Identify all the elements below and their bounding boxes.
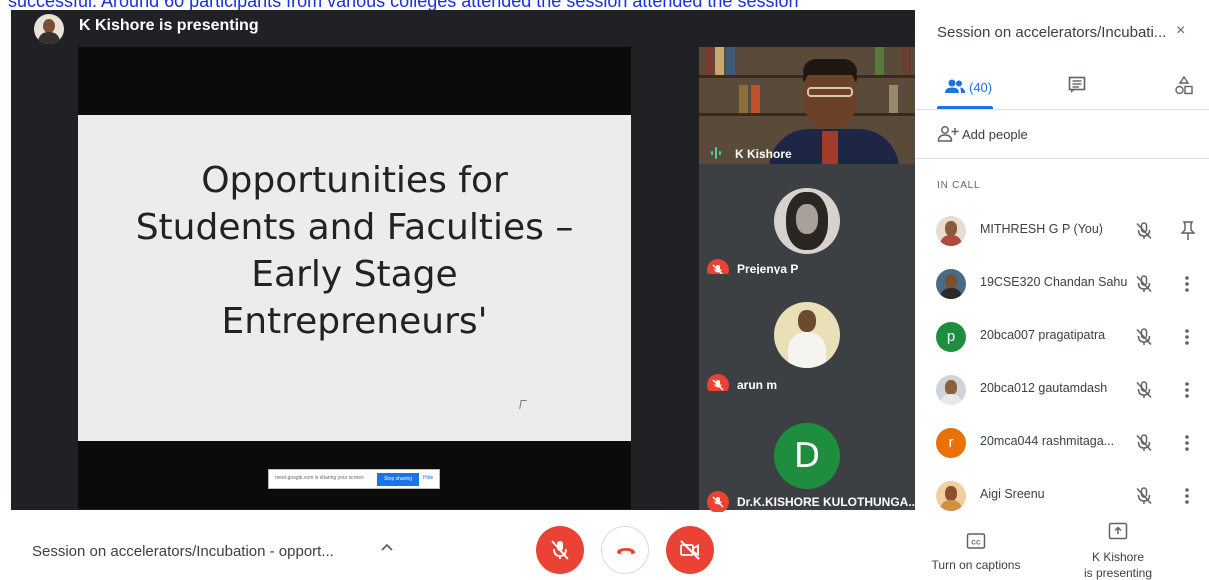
presenter-label: K Kishore is presenting [79, 17, 259, 34]
add-person-icon [937, 126, 959, 142]
activities-icon [1175, 75, 1193, 95]
captions-button[interactable]: CC Turn on captions [922, 532, 1030, 576]
participant-row[interactable]: r 20mca044 rashmitaga... [916, 417, 1209, 470]
bottom-bar: Session on accelerators/Incubation - opp… [0, 512, 1209, 580]
participant-row[interactable]: MITHRESH G P (You) [916, 205, 1209, 258]
tile-name: K Kishore [735, 147, 792, 161]
chat-icon [1068, 76, 1086, 93]
participant-row[interactable]: 20bca012 gautamdash [916, 364, 1209, 417]
participant-avatar [936, 481, 966, 511]
participant-avatar [936, 269, 966, 299]
tile-name: Dr.K.KISHORE KULOTHUNGA... [737, 495, 919, 509]
participant-avatar [774, 302, 840, 368]
participant-tile[interactable]: Prejenya P [699, 164, 915, 281]
slide: Opportunities for Students and Faculties… [78, 115, 631, 441]
stop-sharing-button[interactable]: Stop sharing [377, 473, 419, 486]
mouse-cursor-icon [519, 400, 527, 409]
mic-off-icon [1136, 381, 1152, 399]
shared-screen: Opportunities for Students and Faculties… [78, 47, 631, 509]
pin-icon[interactable] [1179, 220, 1197, 242]
participant-avatar: r [936, 428, 966, 458]
mic-off-icon [1136, 222, 1152, 240]
presenter-avatar [34, 14, 64, 44]
tab-chat[interactable] [1068, 76, 1086, 99]
captions-label: Turn on captions [931, 558, 1021, 572]
more-vert-icon[interactable] [1184, 433, 1190, 453]
participant-tile[interactable]: D Dr.K.KISHORE KULOTHUNGA... [699, 391, 919, 513]
slide-title-line: Students and Faculties – [135, 207, 574, 248]
screen-share-bar: meet.google.com is sharing your screen S… [268, 469, 440, 489]
slide-title-line: Early Stage [251, 254, 458, 295]
participant-avatar [774, 188, 840, 254]
speaking-indicator-icon [711, 147, 725, 159]
more-vert-icon[interactable] [1184, 274, 1190, 294]
hide-share-bar-button[interactable]: Hide [423, 475, 433, 481]
closed-captions-icon: CC [966, 533, 986, 549]
divider [916, 158, 1209, 159]
slide-title-line: Entrepreneurs' [221, 301, 488, 342]
presenting-name: K Kishore [1091, 550, 1145, 564]
more-vert-icon[interactable] [1184, 380, 1190, 400]
side-panel-title: Session on accelerators/Incubati... [937, 24, 1167, 41]
presenter-header: K Kishore is presenting [11, 10, 915, 46]
participant-tile[interactable]: arun m [699, 274, 915, 396]
camera-toggle-button[interactable] [666, 526, 714, 574]
mic-off-icon [1136, 275, 1152, 293]
participant-tiles: K Kishore Prejenya P arun m D Dr.K.KISHO… [699, 47, 919, 513]
people-icon [945, 79, 965, 93]
divider [916, 109, 1209, 110]
presenting-status: is presenting [1083, 566, 1153, 580]
in-call-heading: IN CALL [937, 180, 981, 191]
mic-off-icon [551, 540, 569, 560]
more-vert-icon[interactable] [1184, 486, 1190, 506]
muted-icon [707, 491, 729, 513]
participant-name: MITHRESH G P (You) [980, 222, 1103, 236]
close-panel-button[interactable]: × [1176, 22, 1185, 40]
presentation-stage: K Kishore is presenting Opportunities fo… [11, 10, 919, 513]
meet-window: successful. Around 60 participants from … [0, 0, 1209, 580]
meeting-title[interactable]: Session on accelerators/Incubation - opp… [32, 543, 334, 560]
camera-off-icon [680, 540, 700, 560]
participant-name: 20bca007 pragatipatra [980, 328, 1106, 342]
mic-off-icon [1136, 434, 1152, 452]
participant-tile[interactable]: K Kishore [699, 47, 915, 164]
present-now-button[interactable]: K Kishore is presenting [1064, 522, 1172, 580]
more-vert-icon[interactable] [1184, 327, 1190, 347]
tab-activities[interactable] [1175, 75, 1193, 101]
participant-row[interactable]: Aigi Sreenu [916, 470, 1209, 512]
participant-avatar [936, 216, 966, 246]
slide-title: Opportunities for Students and Faculties… [98, 157, 611, 345]
mic-off-icon [1136, 328, 1152, 346]
participant-name: 20bca012 gautamdash [980, 381, 1108, 395]
participant-avatar [936, 375, 966, 405]
hang-up-icon [617, 548, 635, 555]
add-people-label: Add people [962, 127, 1028, 142]
participant-avatar: D [774, 423, 840, 489]
participant-row[interactable]: p 20bca007 pragatipatra [916, 311, 1209, 364]
participant-name: 20mca044 rashmitaga... [980, 434, 1115, 448]
chevron-up-icon[interactable] [380, 542, 394, 552]
participant-name: Aigi Sreenu [980, 487, 1045, 501]
leave-call-button[interactable] [601, 526, 649, 574]
share-bar-text: meet.google.com is sharing your screen [275, 475, 364, 481]
svg-text:CC: CC [971, 540, 981, 547]
people-count: (40) [969, 80, 993, 95]
mic-off-icon [1136, 487, 1152, 505]
participant-name: 19CSE320 Chandan Sahu [980, 275, 1128, 289]
participant-row[interactable]: 19CSE320 Chandan Sahu [916, 258, 1209, 311]
slide-title-line: Opportunities for [201, 160, 508, 201]
side-panel: Session on accelerators/Incubati... × (4… [916, 0, 1209, 512]
present-screen-icon [1108, 522, 1128, 540]
participant-avatar: p [936, 322, 966, 352]
microphone-toggle-button[interactable] [536, 526, 584, 574]
